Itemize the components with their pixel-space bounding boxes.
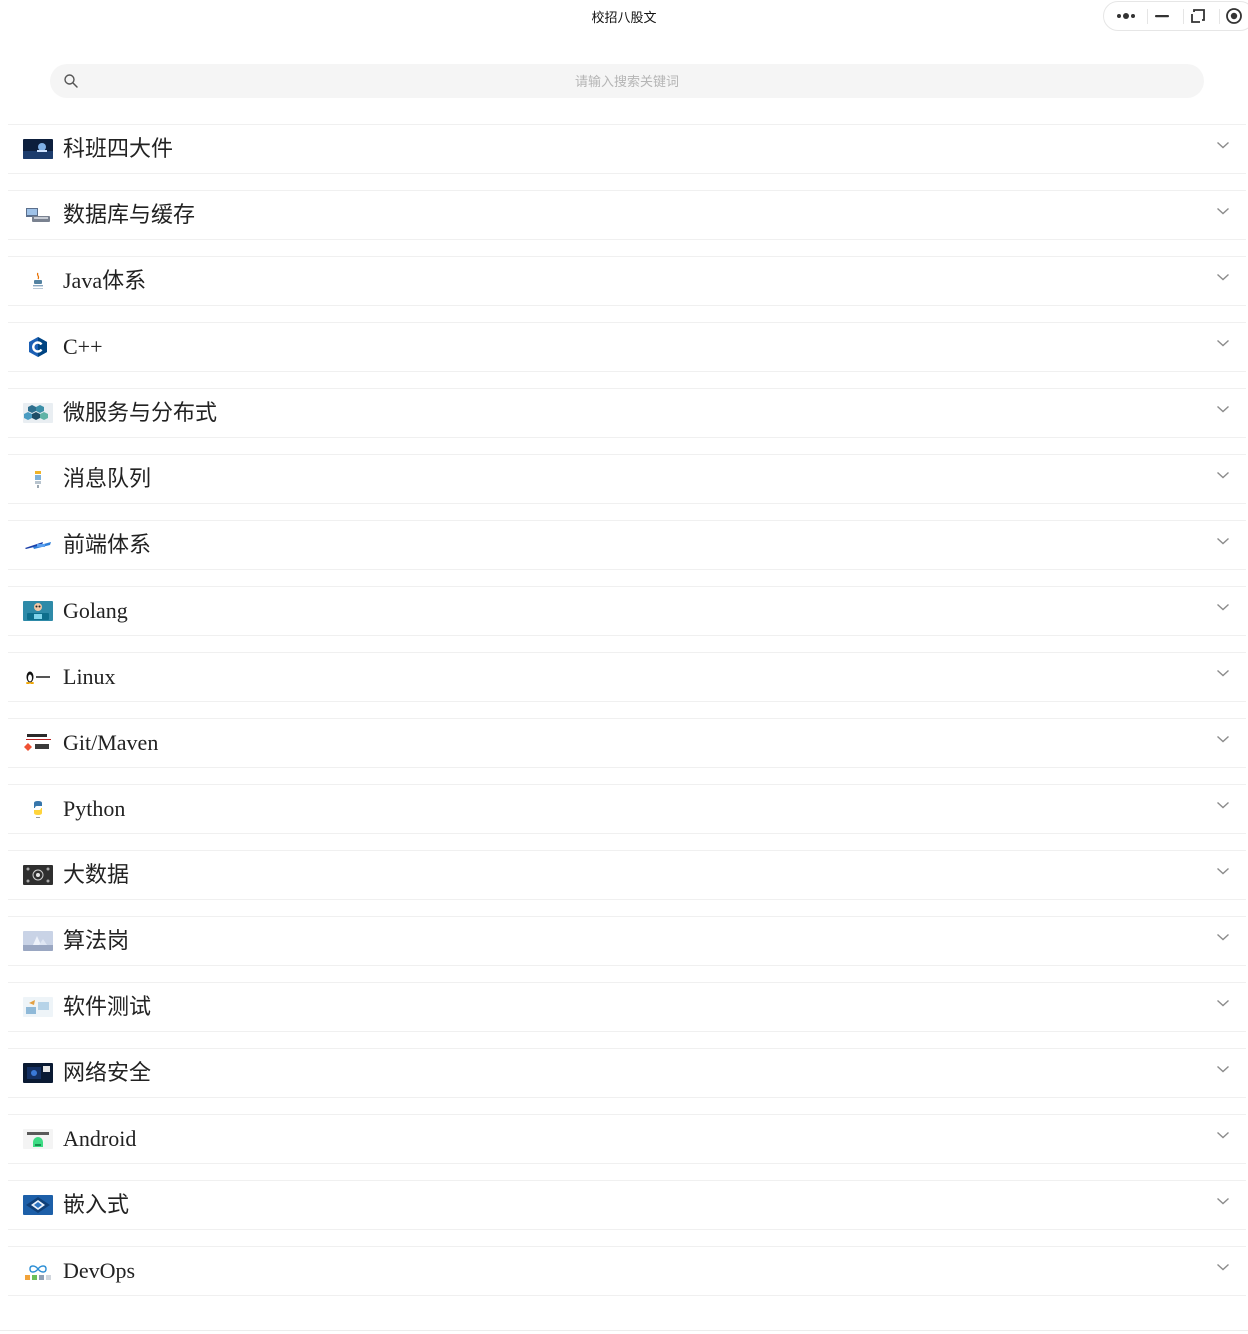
title-bar: 校招八股文: [0, 0, 1248, 36]
category-label: Golang: [63, 598, 128, 623]
chevron-down-icon[interactable]: [1216, 1262, 1230, 1272]
database-thumbnail: [23, 205, 53, 225]
chevron-down-icon[interactable]: [1216, 998, 1230, 1008]
category-label: 科班四大件: [63, 136, 174, 161]
golang-gopher-thumbnail: [23, 601, 53, 621]
category-label: 前端体系: [63, 532, 152, 557]
software-testing-thumbnail: [23, 997, 53, 1017]
category-label: Python: [63, 796, 126, 821]
git-maven-thumbnail: [23, 733, 53, 753]
category-label: 数据库与缓存: [63, 202, 196, 227]
devops-thumbnail: [23, 1261, 53, 1281]
category-label: Android: [63, 1126, 137, 1151]
category-item-cs-fundamentals[interactable]: 科班四大件: [8, 124, 1246, 174]
algorithm-thumbnail: [23, 931, 53, 951]
category-item-linux[interactable]: Linux: [8, 652, 1246, 702]
chevron-down-icon[interactable]: [1216, 932, 1230, 942]
chevron-down-icon[interactable]: [1216, 404, 1230, 414]
category-label: Git/Maven: [63, 730, 159, 755]
category-label: 软件测试: [63, 994, 152, 1019]
microservices-hexagon-thumbnail: [23, 403, 53, 423]
chevron-down-icon[interactable]: [1216, 1196, 1230, 1206]
close-icon[interactable]: [1216, 2, 1248, 30]
linux-penguin-thumbnail: [23, 667, 53, 687]
search-input[interactable]: [90, 64, 1164, 100]
category-item-software-testing[interactable]: 软件测试: [8, 982, 1246, 1032]
category-item-message-queue[interactable]: 消息队列: [8, 454, 1246, 504]
category-label: Linux: [63, 664, 116, 689]
category-item-golang[interactable]: Golang: [8, 586, 1246, 636]
chevron-down-icon[interactable]: [1216, 536, 1230, 546]
cs-fundamentals-thumbnail: [23, 139, 53, 159]
more-icon[interactable]: [1108, 2, 1144, 30]
search-icon: [64, 74, 78, 88]
category-item-microservices[interactable]: 微服务与分布式: [8, 388, 1246, 438]
restore-icon[interactable]: [1180, 2, 1216, 30]
category-label: Java体系: [63, 268, 147, 293]
category-item-database[interactable]: 数据库与缓存: [8, 190, 1246, 240]
category-label: 消息队列: [63, 466, 152, 491]
big-data-thumbnail: [23, 865, 53, 885]
category-item-embedded[interactable]: 嵌入式: [8, 1180, 1246, 1230]
category-label: 大数据: [63, 862, 130, 887]
minimize-icon[interactable]: [1144, 2, 1180, 30]
category-label: DevOps: [63, 1258, 136, 1283]
category-item-git-maven[interactable]: Git/Maven: [8, 718, 1246, 768]
category-list: 科班四大件 数据库与缓存 Java体系 C++ 微服务与分布式 消息队列 前端体…: [8, 124, 1246, 1312]
category-item-devops[interactable]: DevOps: [8, 1246, 1246, 1296]
web-frontend-thumbnail: [23, 535, 53, 555]
chevron-down-icon[interactable]: [1216, 866, 1230, 876]
chevron-down-icon[interactable]: [1216, 1130, 1230, 1140]
bottom-divider: [0, 1330, 1248, 1331]
java-logo-thumbnail: [23, 271, 53, 291]
network-security-thumbnail: [23, 1063, 53, 1083]
chevron-down-icon[interactable]: [1216, 1064, 1230, 1074]
message-queue-thumbnail: [23, 469, 53, 489]
chevron-down-icon[interactable]: [1216, 140, 1230, 150]
category-item-network-security[interactable]: 网络安全: [8, 1048, 1246, 1098]
category-item-algorithm[interactable]: 算法岗: [8, 916, 1246, 966]
category-item-cpp[interactable]: C++: [8, 322, 1246, 372]
category-item-java[interactable]: Java体系: [8, 256, 1246, 306]
chevron-down-icon[interactable]: [1216, 338, 1230, 348]
chevron-down-icon[interactable]: [1216, 206, 1230, 216]
category-label: 网络安全: [63, 1060, 152, 1085]
window-title: 校招八股文: [591, 11, 657, 26]
category-label: 嵌入式: [63, 1192, 130, 1217]
android-logo-thumbnail: [23, 1129, 53, 1149]
chevron-down-icon[interactable]: [1216, 800, 1230, 810]
search-bar[interactable]: [50, 64, 1204, 100]
category-item-big-data[interactable]: 大数据: [8, 850, 1246, 900]
chevron-down-icon[interactable]: [1216, 734, 1230, 744]
category-label: 算法岗: [63, 928, 130, 953]
category-label: C++: [63, 334, 103, 359]
chevron-down-icon[interactable]: [1216, 470, 1230, 480]
chevron-down-icon[interactable]: [1216, 272, 1230, 282]
embedded-chip-thumbnail: [23, 1195, 53, 1215]
category-item-frontend[interactable]: 前端体系: [8, 520, 1246, 570]
cpp-logo-thumbnail: [23, 337, 53, 357]
chevron-down-icon[interactable]: [1216, 602, 1230, 612]
python-logo-thumbnail: [23, 799, 53, 819]
window-controls: [1103, 1, 1248, 31]
chevron-down-icon[interactable]: [1216, 668, 1230, 678]
category-item-python[interactable]: Python: [8, 784, 1246, 834]
category-label: 微服务与分布式: [63, 400, 218, 425]
category-item-android[interactable]: Android: [8, 1114, 1246, 1164]
